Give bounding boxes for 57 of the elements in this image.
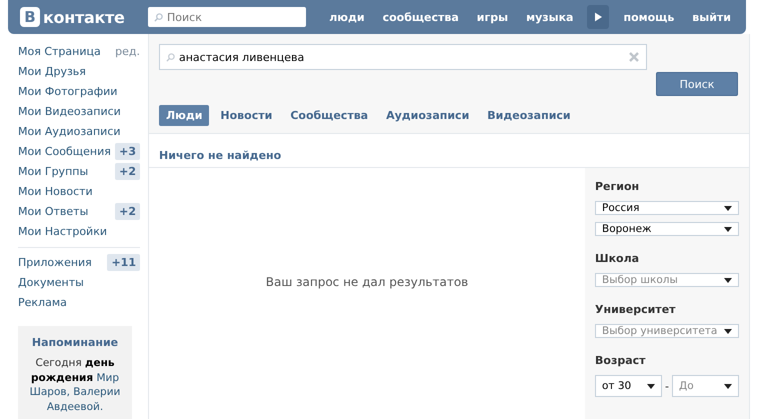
sidebar-link[interactable]: Мои Аудиозаписи (18, 124, 121, 138)
search-field[interactable]: Поиск (148, 7, 306, 27)
sidebar-link[interactable]: Мои Ответы (18, 204, 88, 218)
sidebar-link[interactable]: Мои Новости (18, 184, 93, 198)
tab[interactable]: Сообщества (283, 105, 376, 126)
sidebar-link[interactable]: Мои Видеозаписи (18, 104, 121, 118)
sidebar-link[interactable]: Мои Фотографии (18, 84, 118, 98)
caret-icon (724, 206, 732, 210)
reminder-text: Сегодня день рождения Мир Шаров, Валерии Авдеевой. (28, 356, 122, 415)
filter-title: Возраст (595, 353, 647, 369)
sidebar-link[interactable]: Моя Страница (18, 44, 101, 58)
edit-link[interactable]: ред. (115, 44, 140, 58)
sidebar-link[interactable]: Мои Друзья (18, 64, 86, 78)
nav-link[interactable]: помощь (614, 10, 684, 24)
caret-icon (724, 328, 732, 334)
tab[interactable]: Люди (159, 105, 210, 126)
query-field[interactable]: анастасия ливенцева (159, 44, 647, 70)
count-badge[interactable]: +3 (115, 142, 140, 160)
sidebar-link[interactable]: Мои Настройки (18, 224, 107, 238)
sidebar-link[interactable]: Мои Группы (18, 164, 88, 178)
sidebar-link[interactable]: Реклама (18, 296, 67, 308)
dropdown[interactable]: Воронеж (595, 222, 739, 236)
filter-title: Регион (595, 179, 640, 195)
nav-link[interactable]: люди (320, 10, 374, 24)
results-heading: Ничего не найдено (159, 149, 282, 162)
sidebar-link[interactable]: Приложения (18, 256, 92, 268)
caret-icon (724, 384, 732, 388)
count-badge[interactable]: +11 (107, 254, 140, 270)
search-button[interactable]: Поиск (656, 72, 738, 96)
dropdown[interactable]: от 30 (595, 375, 662, 397)
play-button[interactable] (587, 5, 610, 29)
caret-icon (647, 384, 656, 388)
range-separator: - (665, 380, 669, 392)
sidebar-link[interactable]: Документы (18, 276, 84, 288)
tab[interactable]: Аудиозаписи (379, 105, 476, 126)
count-badge[interactable]: +2 (115, 202, 140, 220)
reminder-title: Напоминание (30, 336, 120, 349)
dropdown[interactable]: До (672, 375, 740, 397)
nav-link[interactable]: сообщества (374, 10, 468, 24)
empty-message: Ваш запрос не дал результатов (266, 274, 468, 288)
caret-icon (724, 226, 732, 232)
filter-title: Университет (595, 302, 677, 318)
nav-link[interactable]: выйти (683, 10, 740, 24)
logo-text[interactable]: контакте (43, 8, 125, 26)
caret-icon (724, 278, 732, 282)
logo-icon[interactable]: В (20, 7, 40, 27)
filter-title: Школа (595, 251, 640, 267)
dropdown[interactable]: Россия (595, 201, 739, 215)
dropdown[interactable]: Выбор университета (595, 324, 739, 338)
nav-link[interactable]: музыка (517, 10, 582, 24)
dropdown[interactable]: Выбор школы (595, 273, 739, 287)
tab[interactable]: Новости (213, 105, 280, 126)
nav-link[interactable]: игры (468, 10, 518, 24)
count-badge[interactable]: +2 (115, 162, 140, 180)
sidebar-link[interactable]: Мои Сообщения (18, 144, 111, 158)
play-icon (594, 12, 602, 22)
tab[interactable]: Видеозаписи (480, 105, 578, 126)
